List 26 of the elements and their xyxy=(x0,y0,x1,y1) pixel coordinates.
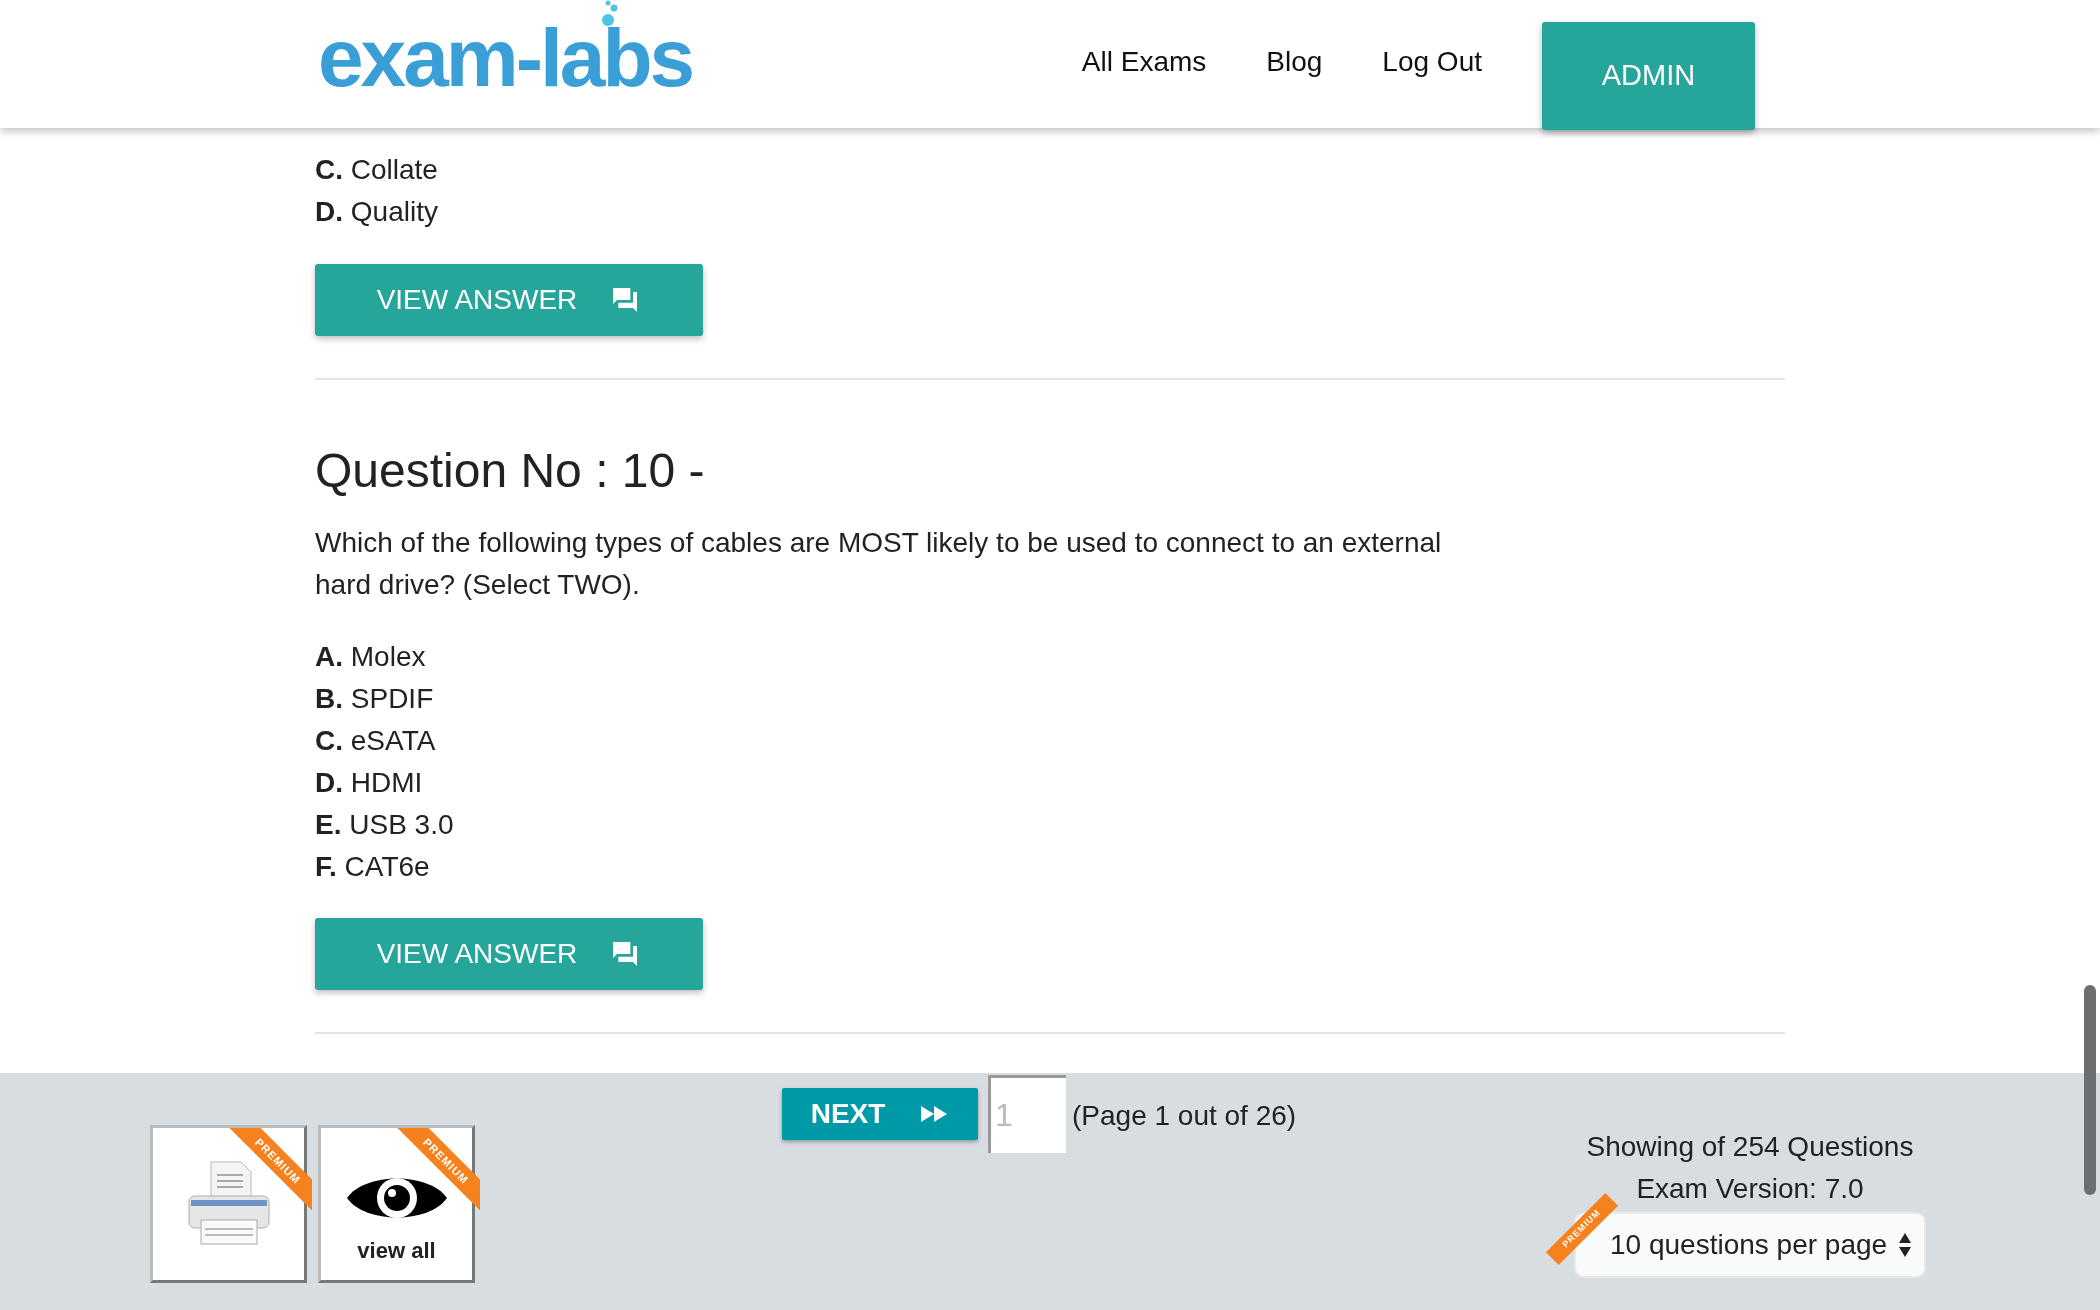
nav-link[interactable]: All Exams xyxy=(1081,41,1207,83)
answer-option: C. eSATA xyxy=(315,720,454,762)
answer-option: F. CAT6e xyxy=(315,846,454,888)
next-button[interactable]: NEXT xyxy=(782,1088,978,1140)
answer-option: A. Molex xyxy=(315,636,454,678)
questions-count: Showing of 254 Questions xyxy=(1586,1130,1914,1164)
answer-option: B. SPDIF xyxy=(315,678,454,720)
answer-option: C. Collate xyxy=(315,149,438,191)
answer-option: D. Quality xyxy=(315,191,438,233)
question-text: Which of the following types of cables are MOST likely to be used to connect to an external hard drive? (Select TWO). xyxy=(315,526,1443,602)
page-info: (Page 1 out of 26) xyxy=(1072,1099,1297,1133)
view-answer-button[interactable]: VIEW ANSWER xyxy=(315,264,703,336)
answer-option: D. HDMI xyxy=(315,762,454,804)
tile-label: view all xyxy=(357,1237,436,1265)
view-answer-button[interactable]: VIEW ANSWER xyxy=(315,918,703,990)
answer-option: E. USB 3.0 xyxy=(315,804,454,846)
bubbles-icon xyxy=(600,0,620,26)
exam-version: Exam Version: 7.0 xyxy=(1636,1172,1864,1206)
nav-link[interactable]: Blog xyxy=(1266,41,1323,83)
sort-arrows-icon xyxy=(1898,1232,1912,1258)
site-logo[interactable]: exam-labs xyxy=(318,8,693,108)
scrollbar-thumb[interactable] xyxy=(2084,985,2096,1195)
nav-link[interactable]: Log Out xyxy=(1382,41,1482,83)
admin-button[interactable]: ADMIN xyxy=(1542,22,1755,130)
question-title: Question No : 10 - xyxy=(315,443,705,499)
page-number-field[interactable]: 1 xyxy=(988,1075,1066,1153)
